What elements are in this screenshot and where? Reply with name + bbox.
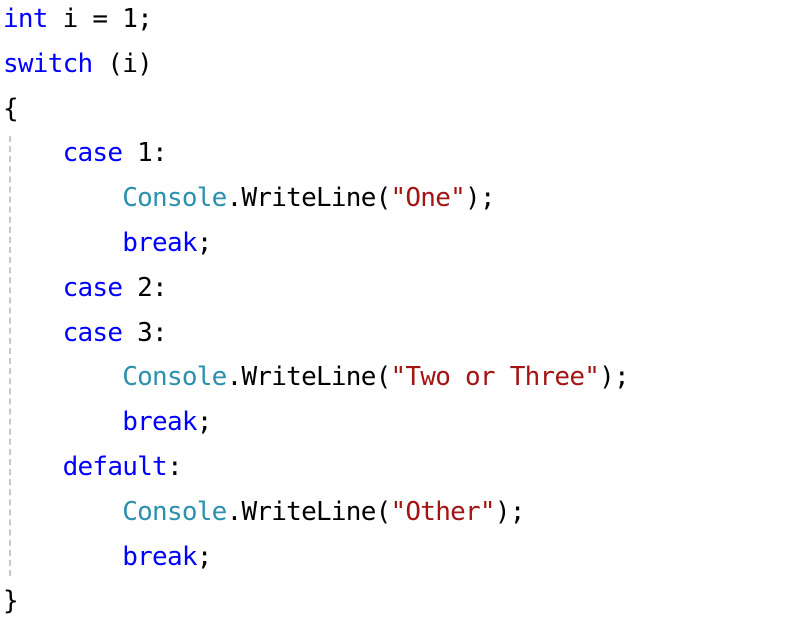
code-token-plain: .WriteLine(: [226, 496, 392, 527]
code-token-plain: i = 1;: [47, 4, 153, 34]
code-line: int i = 1;: [3, 0, 629, 42]
code-token-type: Console: [122, 496, 227, 527]
code-line: break;: [3, 535, 629, 580]
code-token-plain: .WriteLine(: [226, 362, 392, 393]
code-line: Console.WriteLine("One");: [3, 176, 629, 221]
code-line: case 3:: [3, 311, 629, 356]
code-token-keyword: break: [122, 407, 197, 438]
code-token-type: Console: [122, 183, 227, 214]
code-token-keyword: break: [122, 227, 197, 258]
code-token-keyword: case: [62, 272, 123, 303]
code-token-plain: {: [3, 93, 19, 124]
code-lines: int i = 1; switch (i){ case 1: Console.Wr…: [3, 0, 630, 624]
code-token-plain: :: [166, 451, 183, 482]
code-token-string: "Two or Three": [390, 362, 600, 393]
code-line: Console.WriteLine("Two or Three");: [3, 355, 629, 400]
code-token-keyword: case: [62, 138, 123, 169]
code-token-plain: );: [465, 183, 496, 214]
code-line: case 2:: [3, 266, 629, 311]
code-token-type: Console: [122, 362, 227, 393]
code-token-keyword: default: [62, 451, 168, 482]
code-token-string: "One": [390, 183, 466, 214]
code-token-keyword: case: [62, 317, 123, 348]
code-editor[interactable]: int i = 1; switch (i){ case 1: Console.Wr…: [0, 0, 797, 622]
code-token-plain: );: [494, 496, 526, 527]
code-token-plain: 2:: [122, 272, 168, 303]
code-token-plain: (i): [92, 48, 153, 79]
code-token-plain: ;: [196, 407, 213, 438]
code-line: switch (i): [3, 42, 629, 87]
code-line: break;: [3, 221, 629, 266]
code-line: case 1:: [3, 131, 629, 176]
code-line: {: [3, 87, 629, 132]
code-token-plain: 1:: [122, 138, 168, 169]
code-token-plain: );: [599, 362, 630, 393]
code-token-plain: ;: [196, 227, 213, 258]
code-line: }: [3, 579, 629, 624]
code-line: break;: [3, 400, 629, 445]
code-line: default:: [3, 445, 629, 490]
code-token-keyword: switch: [3, 48, 93, 79]
code-token-plain: 3:: [122, 317, 168, 348]
code-token-plain: .WriteLine(: [226, 183, 392, 214]
code-token-plain: }: [3, 586, 19, 617]
code-line: Console.WriteLine("Other");: [3, 490, 629, 535]
code-token-keyword: break: [122, 541, 197, 572]
code-token-keyword: int: [3, 4, 48, 34]
code-token-string: "Other": [390, 496, 496, 527]
code-token-plain: ;: [196, 541, 213, 572]
